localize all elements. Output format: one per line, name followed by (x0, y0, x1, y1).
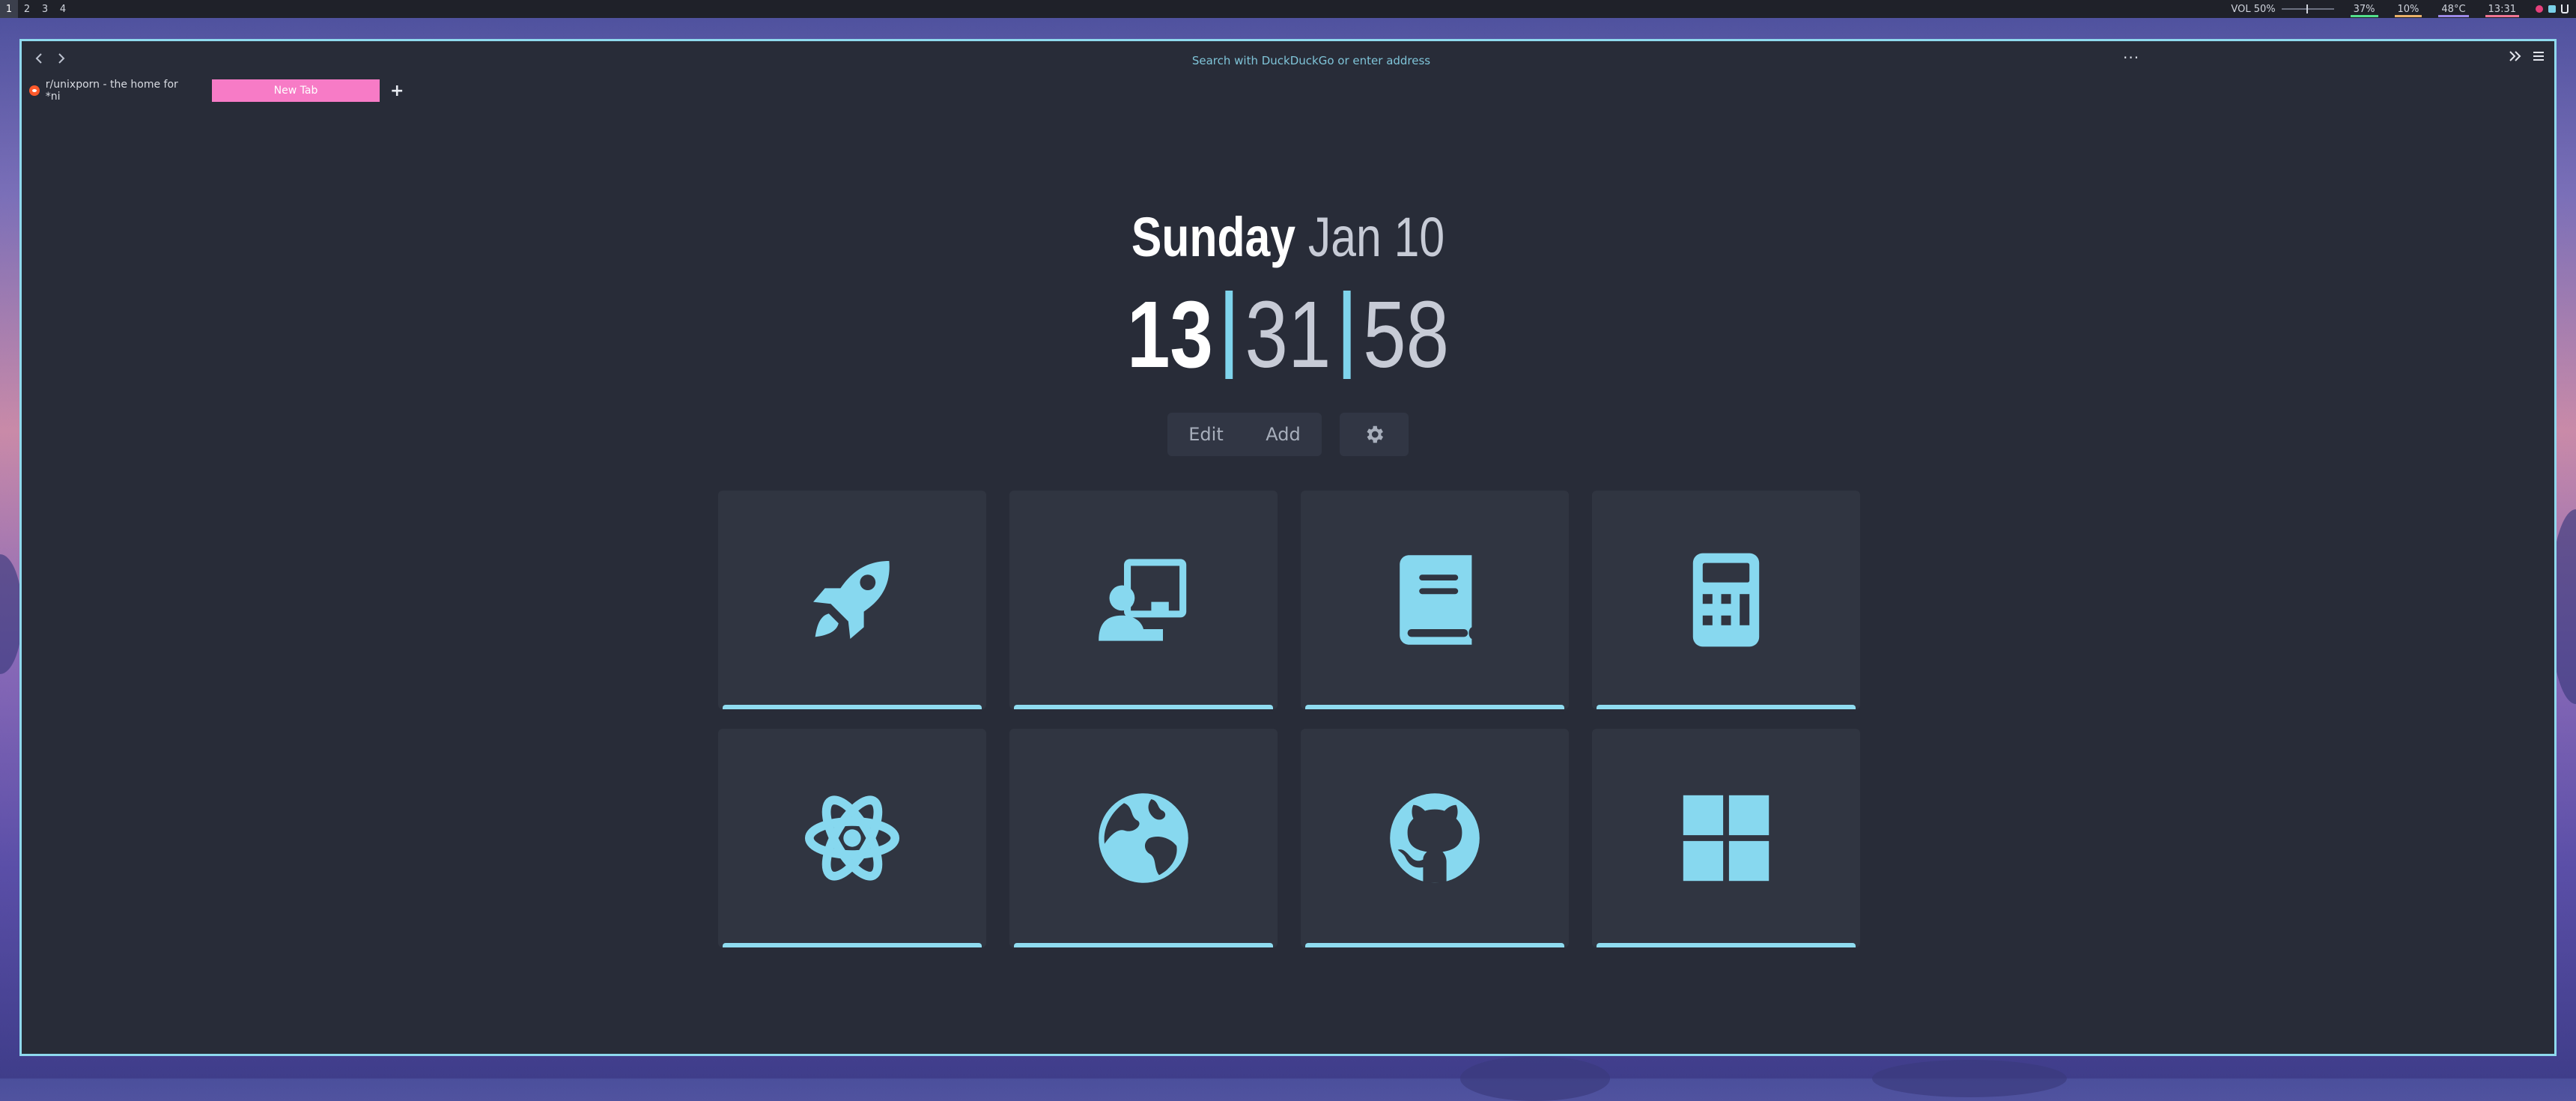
reddit-icon (29, 85, 40, 96)
clock-module: 13:31 (2485, 0, 2520, 18)
double-chevron-right-icon (2509, 51, 2521, 61)
back-button[interactable] (29, 49, 49, 68)
calculator-icon (1692, 553, 1760, 647)
memory-module: 10% (2394, 0, 2422, 18)
volume-slider-knob[interactable] (2306, 4, 2308, 13)
overflow-button[interactable] (2508, 47, 2523, 68)
tab-unixporn[interactable]: r/unixporn - the home for *ni (29, 79, 194, 103)
atom-icon (804, 795, 900, 881)
main-menu-button[interactable] (2532, 47, 2545, 68)
bookmark-tile-book[interactable] (1301, 491, 1569, 709)
tray-app-icon[interactable] (2536, 5, 2543, 13)
github-icon (1390, 793, 1480, 883)
browser-window: ··· r/unixporn - the home for *ni New Ta… (19, 39, 2557, 1056)
volume-module[interactable]: VOL 50% (2231, 3, 2334, 15)
status-modules: VOL 50% 37% 10% 48°C 13:31 (2231, 0, 2576, 18)
volume-slider[interactable] (2281, 4, 2334, 13)
tab-title: New Tab (273, 85, 318, 97)
url-bar[interactable] (920, 50, 1702, 71)
page-actions-menu[interactable]: ··· (2123, 49, 2139, 67)
day-name: Sunday (1131, 206, 1296, 268)
network-icon[interactable] (2548, 5, 2556, 13)
clock-minute: 31 (1245, 282, 1331, 387)
clock-display: 13 31 58 (249, 288, 2326, 382)
tab-bar: r/unixporn - the home for *ni New Tab + (22, 79, 2554, 103)
workspace-3[interactable]: 3 (36, 0, 54, 18)
globe-icon (1099, 793, 1188, 883)
system-tray (2536, 4, 2569, 13)
workspace-switcher: 1 2 3 4 (0, 0, 72, 18)
navigation-bar: ··· (22, 41, 2554, 79)
tab-new-tab[interactable]: New Tab (212, 79, 380, 102)
book-icon (1400, 555, 1472, 645)
bookmark-tile-presentation[interactable] (1009, 491, 1278, 709)
workspace-2[interactable]: 2 (18, 0, 36, 18)
battery-icon[interactable] (2561, 4, 2569, 13)
new-tab-button[interactable]: + (390, 82, 404, 100)
edit-add-group: Edit Add (1167, 413, 1322, 456)
rocket-icon (813, 561, 890, 639)
chevron-left-icon (35, 53, 42, 64)
bookmark-grid (718, 491, 1861, 947)
clock-separator (1225, 291, 1233, 379)
clock-second: 58 (1363, 282, 1450, 387)
gear-icon (1367, 425, 1383, 443)
edit-button[interactable]: Edit (1188, 424, 1223, 445)
bookmark-tile-rocket[interactable] (718, 491, 986, 709)
bookmark-tile-github[interactable] (1301, 729, 1569, 947)
clock-separator (1343, 291, 1351, 379)
presentation-icon (1099, 559, 1187, 641)
date-label: Jan 10 (1307, 206, 1445, 268)
forward-button[interactable] (52, 49, 71, 68)
clock-hour: 13 (1126, 282, 1213, 387)
add-button[interactable]: Add (1266, 424, 1300, 445)
date-display: Sunday Jan 10 (249, 210, 2326, 265)
chevron-right-icon (58, 53, 65, 64)
top-status-bar: 1 2 3 4 VOL 50% 37% 10% 48°C 13:31 (0, 0, 2576, 18)
hamburger-menu-icon (2533, 52, 2544, 61)
workspace-1[interactable]: 1 (0, 0, 18, 18)
date-time-widget: Sunday Jan 10 13 31 58 (22, 210, 2554, 382)
temperature-module: 48°C (2438, 0, 2469, 18)
volume-label: VOL 50% (2231, 3, 2276, 15)
tab-title: r/unixporn - the home for *ni (45, 79, 178, 103)
settings-button[interactable] (1340, 413, 1409, 456)
windows-icon (1683, 795, 1770, 882)
cpu-module: 37% (2350, 0, 2378, 18)
bookmark-tile-atom[interactable] (718, 729, 986, 947)
workspace-4[interactable]: 4 (54, 0, 72, 18)
bookmark-tile-windows[interactable] (1592, 729, 1860, 947)
bookmark-tile-calculator[interactable] (1592, 491, 1860, 709)
bookmark-tile-globe[interactable] (1009, 729, 1278, 947)
